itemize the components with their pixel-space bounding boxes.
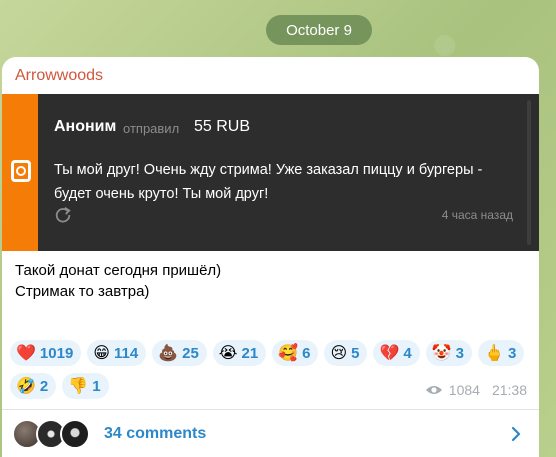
post-meta: 1084 21:38 [425, 382, 527, 398]
reaction-pill[interactable]: 😭 21 [212, 340, 267, 366]
post-caption: Такой донат сегодня пришёл) Стримак то з… [15, 260, 515, 302]
reaction-count: 5 [351, 344, 360, 362]
reaction-count: 25 [182, 344, 199, 362]
reaction-pill[interactable]: 😢 5 [324, 340, 368, 366]
reaction-count: 3 [455, 344, 465, 362]
post-time: 21:38 [491, 382, 527, 398]
reaction-count: 114 [113, 344, 139, 362]
date-separator: October 9 [266, 15, 372, 45]
donation-time: 4 часа назад [441, 208, 513, 222]
donation-stripe [2, 94, 38, 251]
reaction-count: 3 [507, 344, 517, 362]
channel-post: Arrowwoods Аноним отправил 55 RUB Ты мой… [2, 57, 539, 457]
donation-message: Ты мой друг! Очень жду стрима! Уже заказ… [54, 162, 483, 202]
commenter-avatars [12, 418, 92, 449]
comments-button[interactable]: 34 comments [2, 410, 539, 457]
reaction-pill[interactable]: 🥰 6 [272, 340, 319, 366]
reaction-emoji: 🤣 [16, 376, 36, 395]
reaction-pill[interactable]: 👎 1 [62, 373, 109, 399]
reaction-emoji: 👎 [68, 376, 89, 395]
donor-name: Аноним [54, 118, 117, 135]
reaction-count: 21 [241, 344, 259, 362]
caption-line: Стримак то завтра) [15, 283, 150, 300]
reaction-pill[interactable]: 🤣 2 [10, 373, 57, 399]
reaction-emoji: 😁 [93, 343, 110, 362]
reaction-emoji: ❤️ [16, 343, 36, 362]
donationalerts-icon [11, 160, 31, 182]
reaction-count: 1 [92, 377, 101, 395]
eye-icon [425, 386, 442, 394]
view-count: 1084 [448, 382, 480, 398]
chevron-right-icon [511, 426, 521, 442]
donation-amount: 55 RUB [194, 118, 251, 135]
donation-screenshot[interactable]: Аноним отправил 55 RUB Ты мой друг! Очен… [2, 94, 539, 251]
avatar [60, 418, 90, 449]
reaction-emoji: 💩 [158, 343, 179, 362]
reaction-count: 1019 [39, 344, 74, 362]
reaction-emoji: 💔 [379, 343, 400, 362]
donation-action: отправил [123, 121, 180, 136]
reaction-count: 4 [403, 344, 412, 362]
donation-scrollbar [527, 100, 531, 245]
reaction-emoji: 🖕 [484, 343, 504, 362]
reaction-emoji: 🤡 [431, 343, 452, 362]
refresh-icon [55, 207, 71, 223]
reaction-count: 2 [39, 377, 49, 395]
reaction-emoji: 🥰 [278, 343, 299, 362]
comments-count: 34 comments [104, 424, 207, 442]
caption-line: Такой донат сегодня пришёл) [15, 262, 222, 279]
reaction-pill[interactable]: 💩 25 [152, 340, 207, 366]
reaction-emoji: 😭 [218, 343, 238, 362]
reaction-pill[interactable]: 🤡 3 [425, 340, 473, 366]
reaction-pill[interactable]: 😁 114 [87, 340, 147, 366]
reaction-pill[interactable]: 🖕 3 [478, 340, 525, 366]
reaction-emoji: 😢 [330, 343, 348, 362]
reaction-pill[interactable]: 💔 4 [373, 340, 420, 366]
reaction-count: 6 [302, 344, 311, 362]
reaction-pill[interactable]: ❤️ 1019 [10, 340, 82, 366]
post-author[interactable]: Arrowwoods [15, 67, 103, 85]
